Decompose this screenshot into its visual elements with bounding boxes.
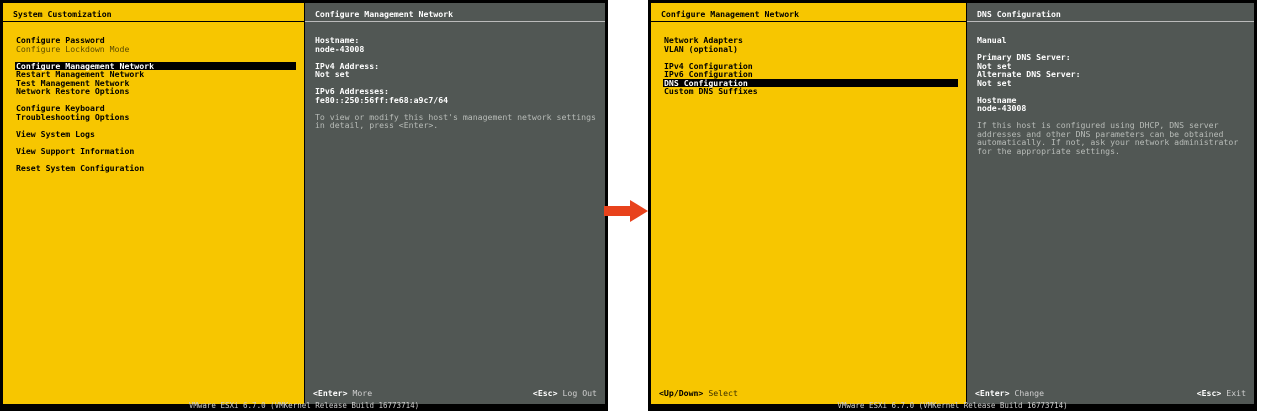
esc-hint-group: <Esc> Exit	[1197, 389, 1246, 398]
esc-key-hint[interactable]: <Esc>	[1197, 388, 1222, 398]
enter-key-action: More	[352, 388, 373, 398]
detail-help-note: To view or modify this host's management…	[315, 111, 596, 130]
status-bar: VMware ESXi 6.7.0 (VMKernel Release Buil…	[188, 401, 420, 410]
esc-key-action: Log Out	[562, 388, 597, 398]
detail-panel-title-text: DNS Configuration	[977, 9, 1061, 19]
dns-configuration-detail-panel: DNS Configuration Manual Primary DNS Ser…	[967, 3, 1254, 404]
up-down-key-action: Select	[708, 388, 738, 398]
esc-key-hint[interactable]: <Esc>	[533, 388, 558, 398]
hostname-value: node-43008	[315, 43, 365, 54]
configure-management-network-panel: Configure Management Network Network Ada…	[651, 3, 966, 404]
enter-key-action: Change	[1014, 388, 1045, 398]
system-customization-menu: Configure Password Configure Lockdown Mod…	[15, 36, 296, 172]
menu-footer: <Up/Down> Select	[659, 389, 958, 399]
menu-item-configure-lockdown-mode[interactable]: Configure Lockdown Mode	[15, 44, 296, 54]
management-network-info: Hostname: node-43008 IPv4 Address: Not s…	[315, 36, 597, 130]
dns-configuration-info: Manual Primary DNS Server: Not set Alter…	[977, 36, 1246, 155]
dns-mode-value: Manual	[977, 35, 1007, 45]
system-customization-panel: System Customization Configure Password C…	[3, 3, 304, 404]
left-console-screen: System Customization Configure Password C…	[0, 0, 608, 411]
menu-panel-title: Configure Management Network	[651, 3, 966, 22]
status-bar: VMware ESXi 6.7.0 (VMKernel Release Buil…	[837, 401, 1068, 410]
menu-item-vlan-optional[interactable]: VLAN (optional)	[663, 44, 958, 54]
management-network-detail-panel: Configure Management Network Hostname: n…	[305, 3, 605, 404]
right-arrow-icon	[604, 200, 648, 222]
ipv6-value: fe80::250:56ff:fe68:a9c7/64	[315, 94, 449, 105]
left-console-frame: System Customization Configure Password C…	[3, 3, 605, 404]
alternate-dns-value: Not set	[977, 77, 1012, 88]
detail-footer: <Enter> More <Esc> Log Out	[313, 389, 597, 399]
detail-panel-title-text: Configure Management Network	[315, 9, 454, 19]
menu-item-reset-system-configuration[interactable]: Reset System Configuration	[15, 163, 296, 173]
management-network-menu: Network Adapters VLAN (optional) IPv4 Conf…	[663, 36, 958, 96]
ipv4-value: Not set	[315, 69, 350, 79]
detail-footer: <Enter> Change <Esc> Exit	[975, 389, 1246, 399]
hostname-value: node-43008	[977, 103, 1027, 113]
menu-item-custom-dns-suffixes[interactable]: Custom DNS Suffixes	[663, 87, 958, 96]
ipv4-label: IPv4 Address:	[315, 60, 380, 71]
right-console-frame: Configure Management Network Network Ada…	[651, 3, 1254, 404]
right-console-screen: Configure Management Network Network Ada…	[648, 0, 1257, 411]
menu-panel-title: System Customization	[3, 3, 304, 22]
menu-panel-title-text: System Customization	[13, 9, 112, 19]
esc-key-action: Exit	[1226, 388, 1246, 398]
enter-key-hint[interactable]: <Enter>	[975, 388, 1010, 398]
up-down-key-hint[interactable]: <Up/Down>	[659, 388, 703, 398]
menu-item-network-restore-options[interactable]: Network Restore Options	[15, 87, 296, 96]
menu-item-view-system-logs[interactable]: View System Logs	[15, 129, 296, 139]
menu-panel-title-text: Configure Management Network	[661, 9, 800, 19]
dns-help-note: If this host is configured using DHCP, D…	[977, 120, 1239, 156]
menu-item-view-support-information[interactable]: View Support Information	[15, 146, 296, 156]
detail-panel-title: DNS Configuration	[967, 3, 1254, 22]
alternate-dns-label: Alternate DNS Server:	[977, 69, 1081, 79]
esc-hint-group: <Esc> Log Out	[533, 389, 597, 398]
enter-key-hint[interactable]: <Enter>	[313, 388, 348, 398]
primary-dns-label: Primary DNS Server:	[977, 52, 1071, 62]
detail-panel-title: Configure Management Network	[305, 3, 605, 22]
menu-item-troubleshooting-options[interactable]: Troubleshooting Options	[15, 112, 296, 122]
